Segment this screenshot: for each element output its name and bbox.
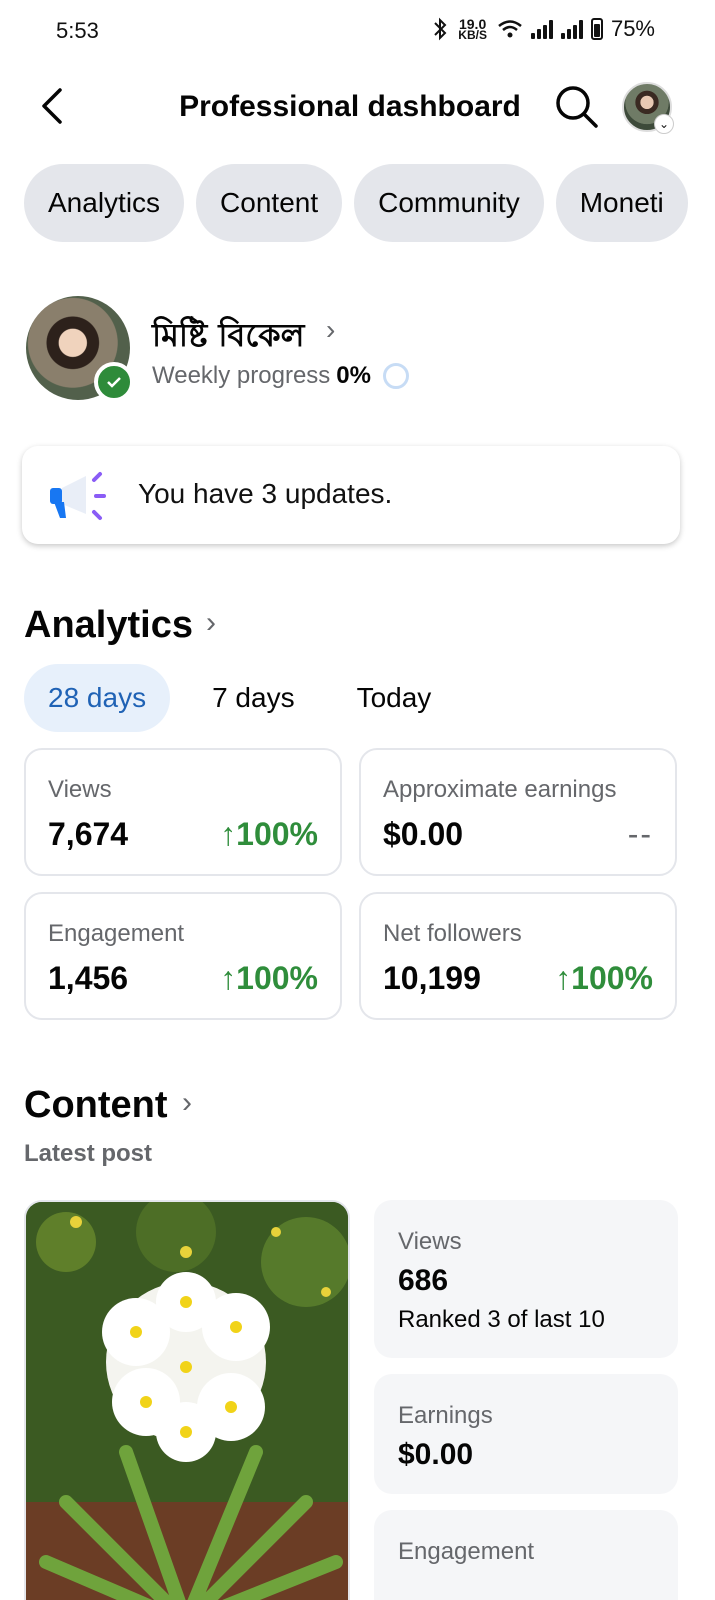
tab-monetization[interactable]: Moneti (555, 164, 688, 242)
wifi-icon (498, 20, 522, 38)
stat-card-earnings[interactable]: Earnings $0.00 (374, 1374, 678, 1494)
signal-icon (530, 19, 553, 39)
metric-label: Approximate earnings (383, 776, 617, 803)
flower-image (26, 1202, 348, 1600)
range-tab-today[interactable]: Today (333, 664, 456, 732)
tab-community[interactable]: Community (354, 164, 544, 242)
weekly-progress-label: Weekly progress (152, 362, 331, 389)
updates-text: You have 3 updates. (138, 478, 393, 509)
progress-ring-icon (382, 363, 409, 389)
network-speed: 19.0 KB/S (458, 17, 487, 42)
verified-check-icon (94, 362, 134, 402)
metric-delta: ↑100% (555, 960, 653, 997)
stat-card-views[interactable]: Views 686 Ranked 3 of last 10 (374, 1200, 678, 1358)
stat-card-engagement[interactable]: Engagement (374, 1510, 678, 1600)
weekly-progress-value: 0% (336, 362, 371, 389)
header: Professional dashboard ⌄ (0, 70, 715, 142)
chevron-right-icon[interactable]: › (206, 606, 216, 640)
latest-post-thumbnail[interactable] (24, 1200, 350, 1600)
arrow-up-icon: ↑ (220, 816, 237, 852)
stat-value: $0.00 (398, 1438, 474, 1471)
metric-label: Views (48, 776, 112, 803)
account-avatar-button[interactable]: ⌄ (622, 82, 674, 134)
metric-card-net-followers[interactable]: Net followers 10,199 ↑100% (359, 892, 677, 1020)
metric-delta-value: 100% (571, 960, 653, 996)
stat-label: Views (398, 1228, 462, 1255)
metric-delta: ↑100% (220, 816, 318, 853)
stat-label: Engagement (398, 1538, 535, 1565)
tab-analytics[interactable]: Analytics (24, 164, 185, 242)
status-time: 5:53 (56, 18, 99, 43)
range-tab-28-days[interactable]: 28 days (24, 664, 171, 732)
metric-value: $0.00 (383, 816, 464, 852)
status-icons: 19.0 KB/S 75% (432, 16, 655, 42)
metric-card-views[interactable]: Views 7,674 ↑100% (24, 748, 342, 876)
chevron-right-icon: › (326, 314, 336, 345)
range-tab-7-days[interactable]: 7 days (188, 664, 319, 732)
section-tabs: Analytics Content Community Moneti (24, 164, 701, 242)
metric-delta: ↑100% (220, 960, 318, 997)
metric-label: Engagement (48, 920, 185, 947)
metric-value: 7,674 (48, 816, 129, 852)
chevron-down-icon: ⌄ (654, 114, 674, 134)
network-speed-unit: KB/S (458, 28, 487, 42)
bluetooth-icon (434, 17, 447, 41)
battery-icon (590, 18, 603, 40)
metric-value: 1,456 (48, 960, 129, 996)
weekly-progress: Weekly progress 0% (152, 362, 409, 390)
status-bar: 5:53 19.0 KB/S 75% (0, 0, 715, 64)
content-title[interactable]: Content (24, 1084, 168, 1127)
metric-delta-value: -- (627, 816, 653, 852)
metric-card-earnings[interactable]: Approximate earnings $0.00 -- (359, 748, 677, 876)
latest-post-label: Latest post (24, 1140, 153, 1167)
profile-summary[interactable]: মিষ্টি বিকেল › Weekly progress 0% (26, 296, 686, 406)
metric-label: Net followers (383, 920, 522, 947)
analytics-title[interactable]: Analytics (24, 604, 193, 647)
stat-value: 686 (398, 1264, 449, 1297)
arrow-up-icon: ↑ (555, 960, 572, 996)
stat-sub: Ranked 3 of last 10 (398, 1306, 605, 1333)
arrow-up-icon: ↑ (220, 960, 237, 996)
range-tabs: 28 days 7 days Today (24, 664, 469, 732)
updates-card[interactable]: You have 3 updates. (22, 446, 680, 544)
stat-label: Earnings (398, 1402, 493, 1429)
battery-percent: 75% (610, 16, 655, 41)
profile-name: মিষ্টি বিকেল (152, 316, 305, 354)
metric-delta-value: 100% (236, 960, 318, 996)
tab-content[interactable]: Content (196, 164, 343, 242)
chevron-right-icon[interactable]: › (182, 1086, 192, 1120)
metric-card-engagement[interactable]: Engagement 1,456 ↑100% (24, 892, 342, 1020)
megaphone-icon (50, 472, 106, 520)
search-icon[interactable] (552, 82, 600, 130)
signal-icon-2 (560, 19, 583, 39)
metric-value: 10,199 (383, 960, 481, 996)
metric-delta-value: 100% (236, 816, 318, 852)
